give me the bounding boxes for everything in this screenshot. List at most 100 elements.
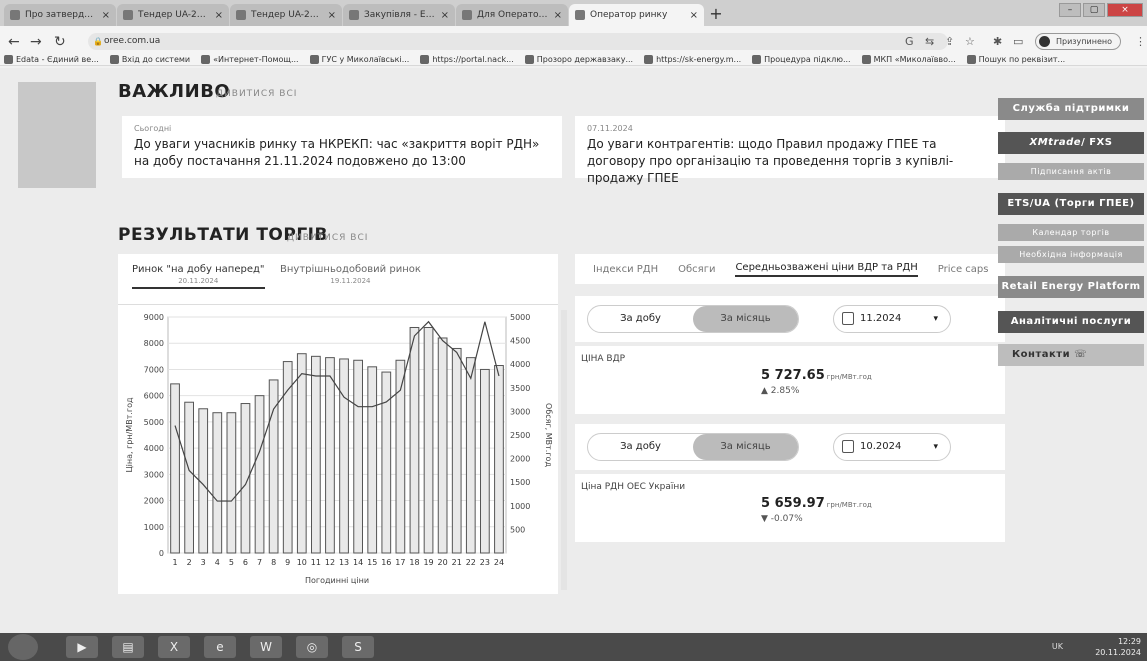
results-view-all-link[interactable]: ДИВИТИСЯ ВСІ — [287, 233, 368, 243]
start-button[interactable] — [8, 634, 38, 660]
bookmark-item[interactable]: Прозоро державзаку... — [524, 54, 633, 64]
bookmark-star-icon[interactable]: ☆ — [965, 35, 975, 48]
reload-icon[interactable]: ↻ — [54, 34, 66, 50]
profile-button[interactable]: Призупинено — [1035, 33, 1121, 50]
clock[interactable]: 12:29 20.11.2024 — [1095, 636, 1141, 658]
bookmark-item[interactable]: МКП «Миколаївво... — [861, 54, 956, 64]
tab-label: Ринок "на добу наперед" — [132, 264, 265, 275]
bookmark-favicon-icon — [966, 54, 976, 64]
y2-tick-label: 5000 — [510, 313, 530, 322]
month-select[interactable]: 10.2024 ▾ — [833, 433, 951, 461]
lock-icon: 🔒 — [93, 37, 103, 46]
chart-scrollbar[interactable] — [561, 310, 567, 590]
browser-tab[interactable]: Про затвердження Порядку × — [4, 4, 116, 26]
browser-tab-active[interactable]: Оператор ринку × — [569, 4, 704, 26]
period-month-option[interactable]: За місяць — [693, 434, 798, 460]
browser-tab[interactable]: Тендер UA-2024-10-04-007 × — [230, 4, 342, 26]
retail-platform-button[interactable]: Retail Energy Platform — [998, 276, 1144, 298]
tab-weighted-prices[interactable]: Середньозважені ціни ВДР та РДН — [735, 262, 918, 277]
back-arrow-icon[interactable]: ← — [8, 34, 20, 50]
url-input[interactable]: 🔒 oree.com.ua — [88, 33, 948, 50]
google-icon[interactable]: G — [905, 35, 914, 48]
trade-calendar-button[interactable]: Календар торгів — [998, 224, 1144, 241]
os-taskbar: ▶ ▤ X e W ◎ S UK 12:29 20.11.2024 — [0, 633, 1147, 661]
bookmark-item[interactable]: ГУС у Миколаївські... — [309, 54, 409, 64]
menu-dots-icon[interactable]: ⋮ — [1135, 35, 1146, 48]
bookmark-item[interactable]: «Интернет-Помощ... — [201, 54, 299, 64]
window-close-icon[interactable]: × — [1107, 3, 1143, 17]
sidepanel-icon[interactable]: ▭ — [1013, 35, 1023, 48]
x-tick-label: 5 — [229, 558, 234, 567]
forward-arrow-icon[interactable]: → — [30, 34, 42, 50]
close-tab-icon[interactable]: × — [328, 10, 336, 21]
calendar-icon — [842, 440, 854, 453]
bookmark-item[interactable]: Процедура підклю... — [752, 54, 851, 64]
y2-tick-label: 4500 — [510, 337, 530, 346]
browser-tab-bar: Про затвердження Порядку × Тендер UA-2024… — [0, 0, 1147, 26]
tab-intraday-market[interactable]: Внутрішньодобовий ринок 19.11.2024 — [280, 264, 421, 285]
x-tick-label: 8 — [271, 558, 276, 567]
period-day-option[interactable]: За добу — [588, 434, 693, 460]
important-title: ВАЖЛИВО — [118, 81, 231, 102]
bookmark-item[interactable]: Пошук по реквізит... — [966, 54, 1065, 64]
x-tick-label: 2 — [187, 558, 192, 567]
news-date: 07.11.2024 — [587, 124, 633, 133]
bookmark-item[interactable]: Вхід до системи — [109, 54, 190, 64]
news-card[interactable]: Сьогодні До уваги учасників ринку та НКР… — [122, 116, 562, 178]
change-arrow-icon: ▼ — [761, 514, 768, 524]
chrome-icon[interactable]: ◎ — [296, 636, 328, 658]
x-tick-label: 9 — [285, 558, 290, 567]
close-tab-icon[interactable]: × — [215, 10, 223, 21]
period-month-option[interactable]: За місяць — [693, 306, 798, 332]
month-select[interactable]: 11.2024 ▾ — [833, 305, 951, 333]
price-bar — [325, 357, 335, 554]
share-icon[interactable]: ⇪ — [945, 35, 954, 48]
word-icon[interactable]: W — [250, 636, 282, 658]
analytics-button[interactable]: Аналітичні послуги — [998, 311, 1144, 333]
extensions-icon[interactable]: ✱ — [993, 35, 1002, 48]
favicon-icon — [349, 10, 359, 20]
translate-icon[interactable]: ⇆ — [925, 35, 934, 48]
close-tab-icon[interactable]: × — [554, 10, 562, 21]
period-day-option[interactable]: За добу — [588, 306, 693, 332]
skype-icon[interactable]: S — [342, 636, 374, 658]
maximize-icon[interactable]: ▢ — [1083, 3, 1105, 17]
close-tab-icon[interactable]: × — [441, 10, 449, 21]
x-tick-label: 20 — [438, 558, 448, 567]
close-tab-icon[interactable]: × — [102, 10, 110, 21]
close-tab-icon[interactable]: × — [690, 10, 698, 21]
avatar — [1039, 36, 1050, 47]
new-tab-button[interactable]: + — [705, 4, 727, 26]
contacts-button[interactable]: Контакти ☏ — [998, 344, 1144, 366]
media-player-icon[interactable]: ▶ — [66, 636, 98, 658]
y-tick-label: 8000 — [144, 339, 164, 348]
browser-tab[interactable]: Тендер UA-2024-10-07-007 × — [117, 4, 229, 26]
fxs-button[interactable]: XMtrade/ FXS — [998, 132, 1144, 154]
browser-tab[interactable]: Закупівля - Електронна сис × — [343, 4, 455, 26]
tab-price-caps[interactable]: Price caps — [938, 264, 989, 275]
internet-explorer-icon[interactable]: e — [204, 636, 236, 658]
important-view-all-link[interactable]: ДИВИТИСЯ ВСІ — [216, 89, 297, 99]
favicon-icon — [10, 10, 20, 20]
browser-tab[interactable]: Для Оператора торгів на × — [456, 4, 568, 26]
bookmarks-bar: Edata - Єдиний ве... Вхід до системи «Ин… — [0, 50, 1147, 68]
x-tick-label: 13 — [339, 558, 349, 567]
bookmark-item[interactable]: https://sk-energy.m... — [644, 54, 741, 64]
minimize-icon[interactable]: – — [1059, 3, 1081, 17]
necessary-info-button[interactable]: Необхідна інформація — [998, 246, 1144, 263]
tab-rdn-indexes[interactable]: Індекси РДН — [593, 264, 658, 275]
ets-button[interactable]: ETS/UA (Торги ГПЕЕ) — [998, 193, 1144, 215]
news-card[interactable]: 07.11.2024 До уваги контрагентів: щодо П… — [575, 116, 1005, 185]
tab-volumes[interactable]: Обсяги — [678, 264, 715, 275]
period-selector-row: За добу За місяць 11.2024 ▾ — [575, 296, 1005, 342]
tab-day-ahead-market[interactable]: Ринок "на добу наперед" 20.11.2024 — [132, 264, 265, 289]
bookmark-item[interactable]: Edata - Єдиний ве... — [4, 54, 99, 64]
language-indicator[interactable]: UK — [1052, 642, 1063, 651]
explorer-icon[interactable]: ▤ — [112, 636, 144, 658]
clock-date: 20.11.2024 — [1095, 648, 1141, 657]
bookmark-item[interactable]: https://portal.nack... — [420, 54, 514, 64]
excel-icon[interactable]: X — [158, 636, 190, 658]
support-button[interactable]: Служба підтримки — [998, 98, 1144, 120]
signing-acts-button[interactable]: Підписання актів — [998, 163, 1144, 180]
tab-label: Внутрішньодобовий ринок — [280, 264, 421, 275]
